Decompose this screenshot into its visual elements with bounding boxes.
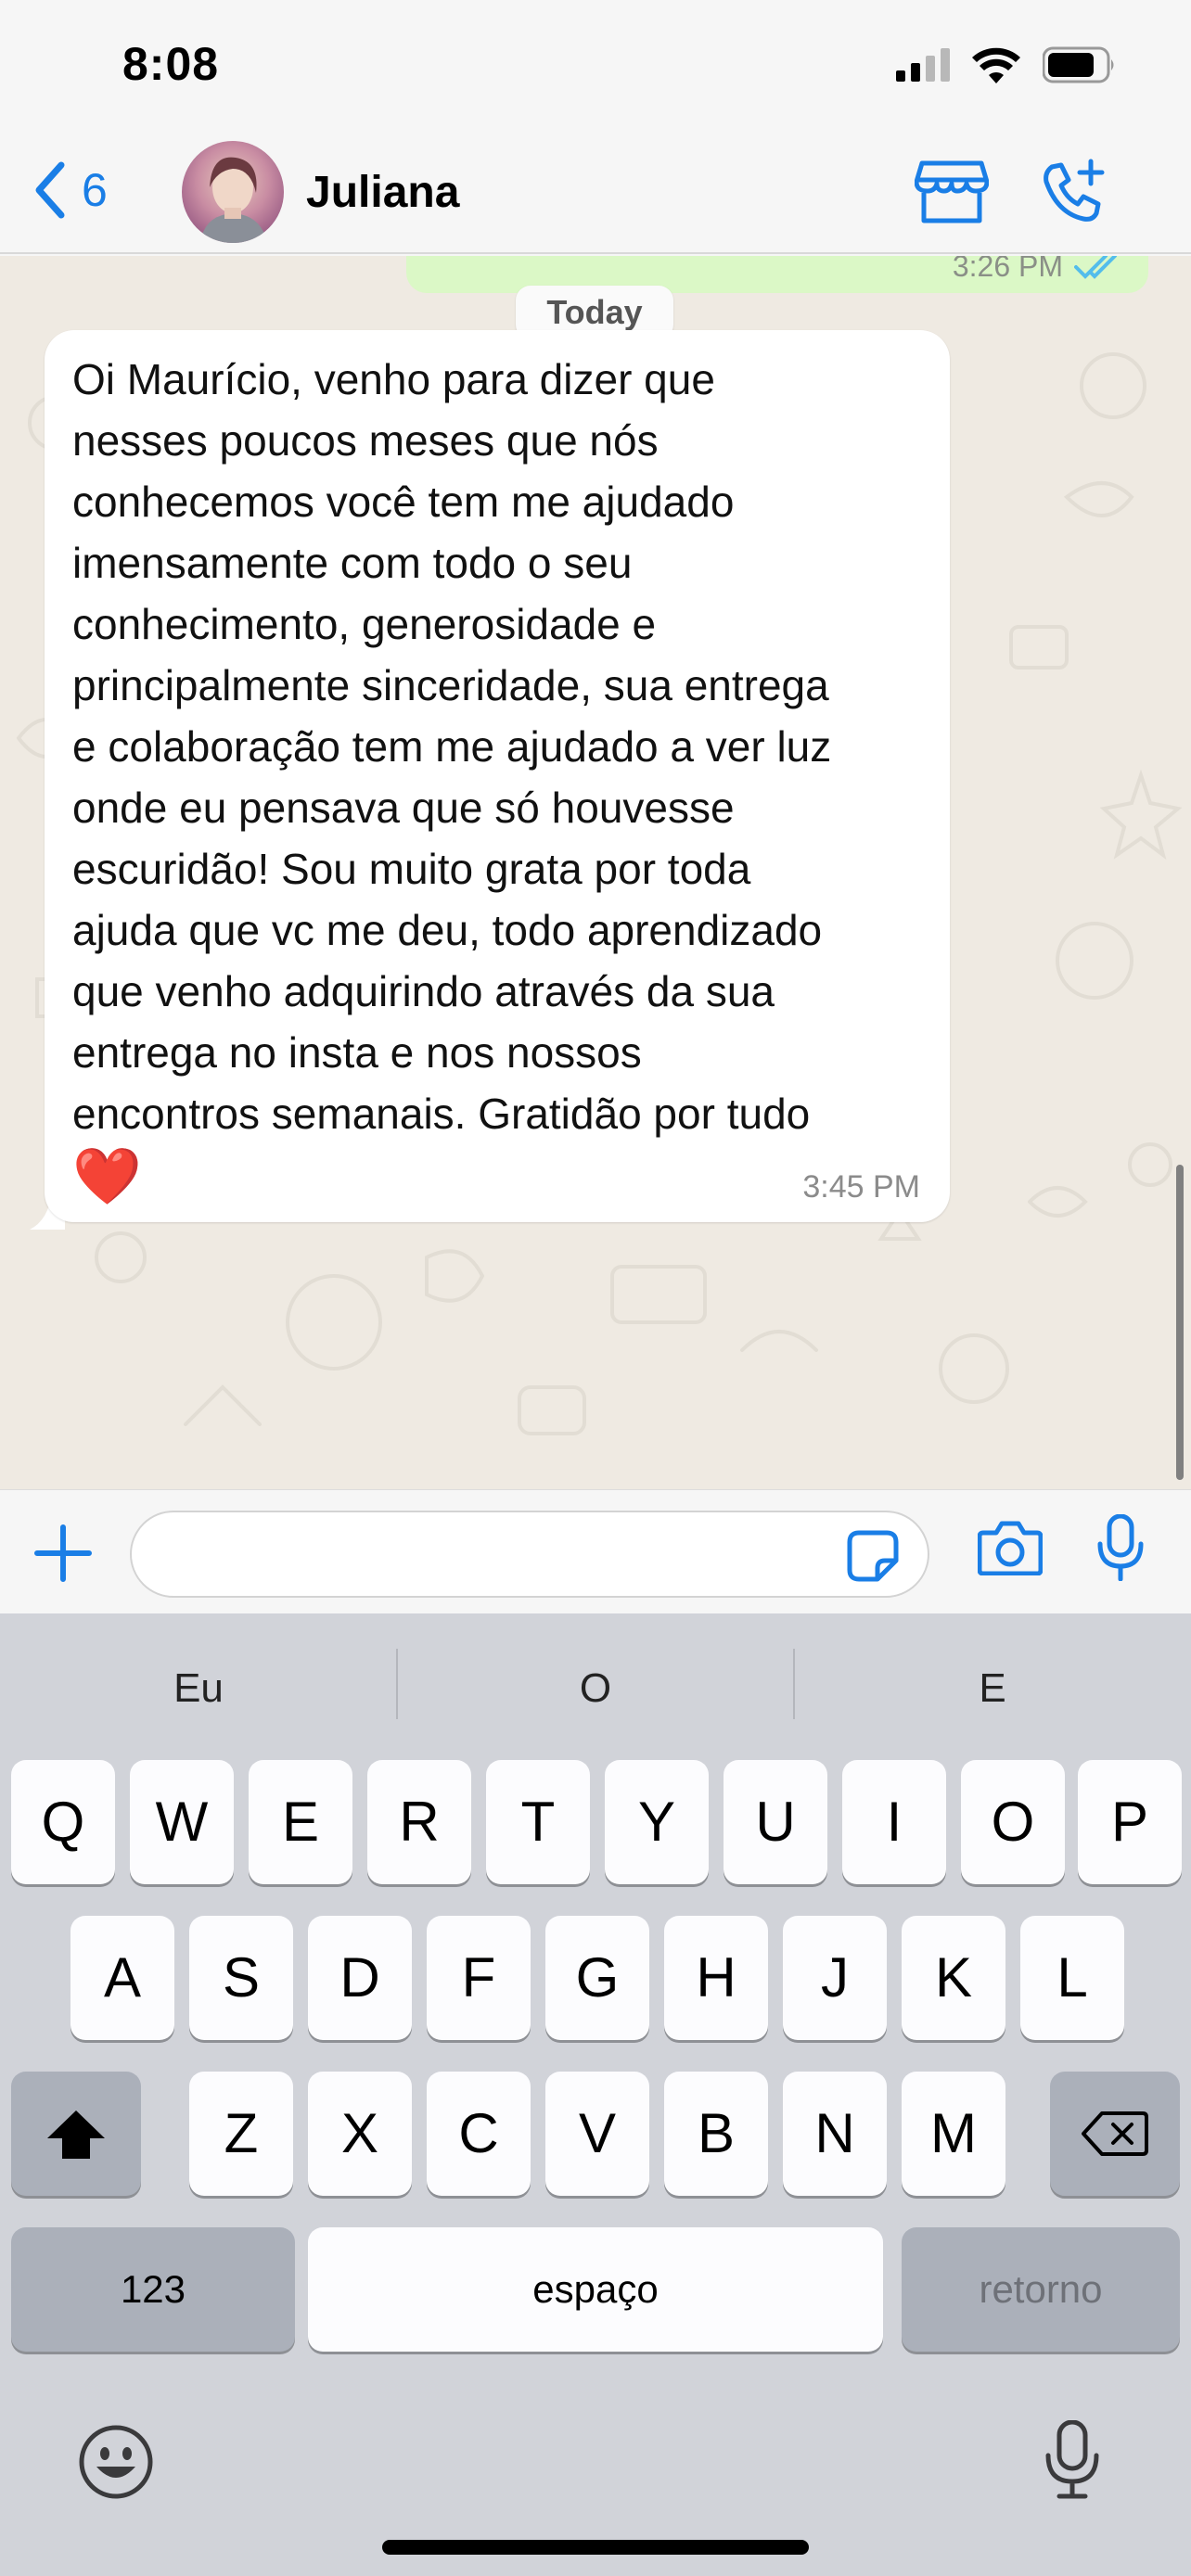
shift-arrow-icon	[47, 2111, 105, 2159]
key-j[interactable]: J	[783, 1916, 887, 2040]
home-indicator[interactable]	[382, 2540, 809, 2555]
keyboard: Eu O E Q W E R T Y U I O P A S D F G H J…	[0, 1613, 1191, 2576]
prediction-1[interactable]: Eu	[0, 1665, 397, 1712]
microphone-icon	[1045, 2419, 1099, 2499]
key-v[interactable]: V	[545, 2072, 649, 2196]
status-time: 8:08	[122, 38, 220, 90]
chevron-left-icon	[35, 161, 65, 219]
space-key[interactable]: espaço	[308, 2227, 883, 2352]
key-t[interactable]: T	[486, 1760, 590, 1884]
key-w[interactable]: W	[130, 1760, 234, 1884]
unread-count: 6	[82, 164, 108, 216]
camera-button[interactable]	[977, 1520, 1044, 1580]
catalog-store-icon[interactable]	[914, 159, 990, 229]
key-s[interactable]: S	[189, 1916, 293, 2040]
key-g[interactable]: G	[545, 1916, 649, 2040]
backspace-icon	[1082, 2111, 1148, 2156]
key-n[interactable]: N	[783, 2072, 887, 2196]
avatar-portrait	[200, 157, 267, 243]
return-key[interactable]: retorno	[902, 2227, 1180, 2352]
message-composer	[0, 1489, 1191, 1613]
key-e[interactable]: E	[249, 1760, 352, 1884]
incoming-message[interactable]: Oi Maurício, venho para dizer que nesses…	[45, 330, 950, 1222]
heart-emoji: ❤️	[72, 1145, 142, 1207]
emoji-icon	[79, 2425, 153, 2499]
key-u[interactable]: U	[724, 1760, 827, 1884]
dictation-button[interactable]	[1044, 2419, 1100, 2505]
outgoing-message[interactable]: 3:26 PM	[406, 256, 1148, 293]
message-input[interactable]	[130, 1511, 929, 1598]
key-k[interactable]: K	[902, 1916, 1005, 2040]
plus-icon	[34, 1524, 92, 1582]
scroll-indicator[interactable]	[1176, 1165, 1184, 1480]
wifi-icon	[972, 47, 1020, 83]
key-a[interactable]: A	[70, 1916, 174, 2040]
delete-key[interactable]	[1050, 2072, 1180, 2196]
key-x[interactable]: X	[308, 2072, 412, 2196]
numbers-key[interactable]: 123	[11, 2227, 295, 2352]
predictive-bar: Eu O E	[0, 1613, 1191, 1753]
chat-header: 6 Juliana	[0, 130, 1191, 254]
key-f[interactable]: F	[427, 1916, 531, 2040]
key-r[interactable]: R	[367, 1760, 471, 1884]
emoji-keyboard-button[interactable]	[78, 2424, 154, 2505]
key-l[interactable]: L	[1020, 1916, 1124, 2040]
avatar[interactable]	[182, 141, 284, 243]
message-text: Oi Maurício, venho para dizer que nesses…	[72, 355, 832, 1138]
key-h[interactable]: H	[664, 1916, 768, 2040]
read-receipt-icon	[1074, 256, 1117, 279]
prediction-2[interactable]: O	[397, 1665, 794, 1712]
key-b[interactable]: B	[664, 2072, 768, 2196]
attach-button[interactable]	[33, 1524, 93, 1588]
key-i[interactable]: I	[842, 1760, 946, 1884]
voice-message-button[interactable]	[1096, 1513, 1145, 1586]
status-icons	[896, 46, 1117, 83]
contact-name[interactable]: Juliana	[306, 167, 459, 218]
add-call-icon[interactable]	[1039, 158, 1108, 231]
chat-area[interactable]: 3:26 PM Today Oi Maurício, venho para di…	[0, 256, 1191, 1489]
microphone-icon	[1097, 1513, 1144, 1582]
key-o[interactable]: O	[961, 1760, 1065, 1884]
camera-icon	[977, 1521, 1044, 1576]
battery-level	[1048, 53, 1094, 77]
back-button[interactable]: 6	[33, 161, 108, 219]
key-y[interactable]: Y	[605, 1760, 709, 1884]
key-m[interactable]: M	[902, 2072, 1005, 2196]
shift-key[interactable]	[11, 2072, 141, 2196]
message-time: 3:45 PM	[802, 1169, 920, 1205]
sticker-button[interactable]	[846, 1529, 900, 1588]
key-z[interactable]: Z	[189, 2072, 293, 2196]
cellular-signal-icon	[896, 48, 950, 82]
sticker-icon	[847, 1530, 899, 1582]
prediction-3[interactable]: E	[794, 1665, 1191, 1712]
key-c[interactable]: C	[427, 2072, 531, 2196]
key-q[interactable]: Q	[11, 1760, 115, 1884]
status-bar: 8:08	[0, 0, 1191, 130]
key-d[interactable]: D	[308, 1916, 412, 2040]
message-time: 3:26 PM	[952, 256, 1063, 283]
battery-icon	[1043, 46, 1114, 83]
key-p[interactable]: P	[1078, 1760, 1182, 1884]
